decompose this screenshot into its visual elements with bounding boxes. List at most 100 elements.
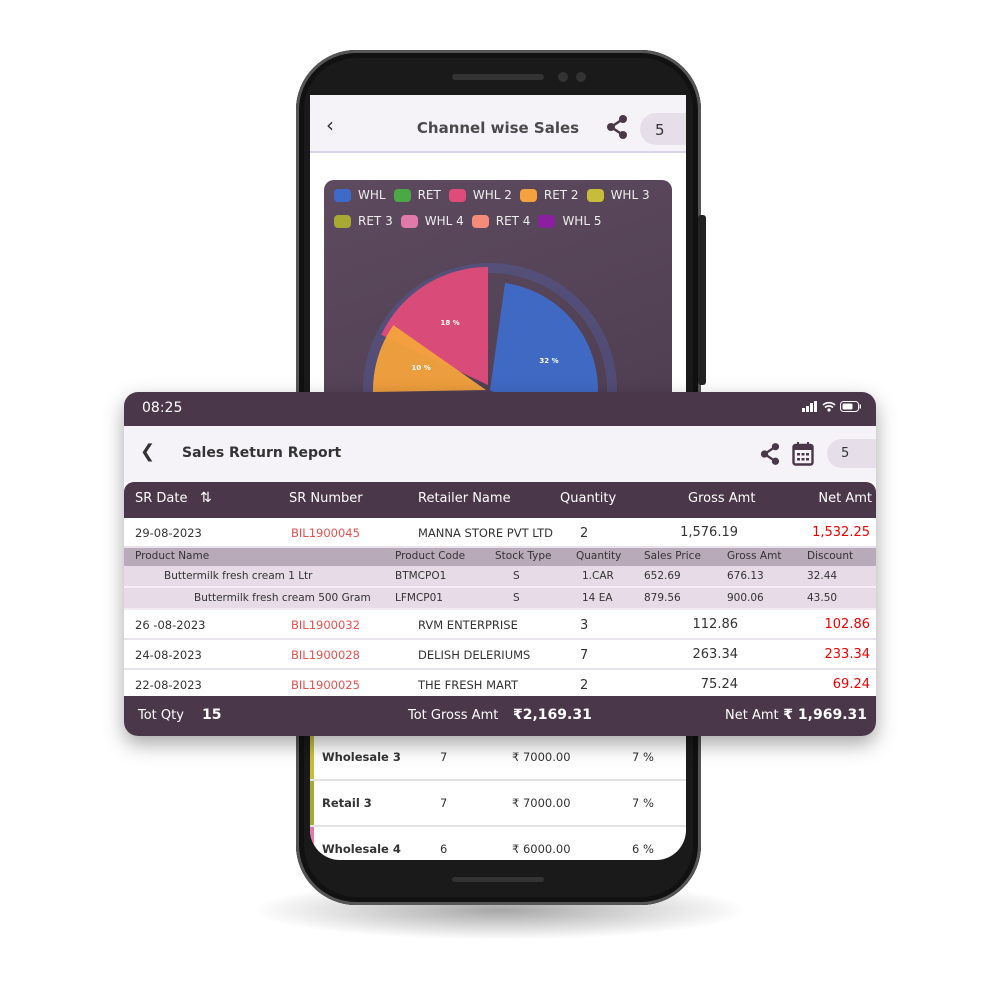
sub-col-header: Discount	[807, 550, 854, 562]
signal-icon	[802, 401, 817, 412]
cell-net: 233.34	[824, 647, 871, 662]
channel-qty: 7	[440, 750, 448, 764]
table-row[interactable]: 24-08-2023 BIL1900028 DELISH DELERIUMS 7 263…	[124, 640, 876, 670]
sub-cell-price: 879.56	[644, 592, 681, 604]
sub-cell-code: LFMCP01	[395, 592, 443, 604]
channel-percent: 6 %	[632, 842, 654, 856]
cell-qty: 2	[580, 526, 589, 541]
pie-data-label: 10 %	[412, 364, 431, 372]
cell-sr[interactable]: BIL1900028	[291, 648, 360, 662]
channel-qty: 7	[440, 796, 448, 810]
net-amt-value: ₹ 1,969.31	[783, 707, 867, 723]
cell-date: 24-08-2023	[135, 648, 202, 662]
app-header: ❮ Sales Return Report 5	[124, 426, 876, 482]
sub-col-header: Stock Type	[495, 550, 552, 562]
sub-cell-disc: 32.44	[807, 570, 838, 582]
sub-cell-disc: 43.50	[807, 592, 838, 604]
col-quantity[interactable]: Quantity	[560, 491, 616, 506]
phone-sensor	[576, 72, 586, 82]
channel-amount: ₹ 7000.00	[512, 750, 571, 764]
sub-col-header: Sales Price	[644, 550, 701, 562]
channel-row[interactable]: Wholesale 4 6 ₹ 6000.00 6 %	[310, 827, 686, 860]
sub-cell-qty: 14 EA	[582, 592, 613, 604]
phone-side-button	[698, 215, 706, 385]
cell-retailer: RVM ENTERPRISE	[418, 618, 518, 632]
table-body: 29-08-2023 BIL1900045 MANNA STORE PVT LTD 2…	[124, 518, 876, 700]
channel-percent: 7 %	[632, 750, 654, 764]
sub-table-row: Buttermilk fresh cream 1 Ltr BTMCPO1 S 1.CA…	[124, 566, 876, 588]
phone-home-bar	[452, 877, 544, 882]
sort-icon[interactable]: ⇅	[200, 490, 212, 506]
tot-gross-value: ₹2,169.31	[513, 707, 592, 723]
count-pill[interactable]: 5	[640, 113, 686, 145]
table-row[interactable]: 26 -08-2023 BIL1900032 RVM ENTERPRISE 3 112.…	[124, 610, 876, 640]
calendar-icon[interactable]	[792, 441, 814, 466]
pie-data-label: 32 %	[539, 357, 558, 365]
tot-qty-label: Tot Qty	[138, 708, 184, 723]
back-icon[interactable]: ❮	[140, 441, 155, 462]
cell-sr[interactable]: BIL1900025	[291, 678, 360, 692]
pie-data-label: 18 %	[440, 319, 459, 327]
col-sr-number[interactable]: SR Number	[289, 491, 363, 506]
channel-amount: ₹ 7000.00	[512, 796, 571, 810]
tot-qty-value: 15	[202, 707, 222, 723]
channel-row[interactable]: Wholesale 3 7 ₹ 7000.00 7 %	[310, 735, 686, 781]
sub-col-header: Quantity	[576, 550, 622, 562]
cell-retailer: MANNA STORE PVT LTD	[418, 526, 553, 540]
net-amt-label: Net Amt	[725, 708, 779, 723]
cell-gross: 75.24	[700, 677, 738, 692]
share-icon[interactable]	[760, 442, 780, 466]
sub-cell-name: Buttermilk fresh cream 500 Gram	[194, 592, 371, 604]
cell-retailer: DELISH DELERIUMS	[418, 648, 531, 662]
cell-sr[interactable]: BIL1900032	[291, 618, 360, 632]
channel-row[interactable]: Retail 3 7 ₹ 7000.00 7 %	[310, 781, 686, 827]
cell-net: 1,532.25	[812, 525, 870, 540]
sub-col-header: Product Code	[395, 550, 466, 562]
sub-col-header: Product Name	[135, 550, 210, 562]
channel-amount: ₹ 6000.00	[512, 842, 571, 856]
sub-cell-price: 652.69	[644, 570, 681, 582]
col-net-amt[interactable]: Net Amt	[818, 491, 872, 506]
cell-gross: 263.34	[692, 647, 739, 662]
sub-table-row: Buttermilk fresh cream 500 Gram LFMCP01 S 1…	[124, 588, 876, 610]
count-pill[interactable]: 5	[827, 439, 876, 468]
col-sr-date[interactable]: SR Date	[135, 491, 188, 506]
cell-net: 69.24	[832, 677, 870, 692]
wifi-icon	[822, 401, 836, 412]
page-title: Channel wise Sales	[416, 119, 580, 137]
sub-cell-name: Buttermilk fresh cream 1 Ltr	[164, 570, 313, 582]
channel-color-bar	[310, 781, 314, 825]
table-row[interactable]: 29-08-2023 BIL1900045 MANNA STORE PVT LTD 2…	[124, 518, 876, 548]
channel-name: Retail 3	[322, 796, 372, 810]
cell-qty: 2	[580, 678, 589, 693]
sub-cell-gross: 900.06	[727, 592, 764, 604]
sub-col-header: Gross Amt	[727, 550, 782, 562]
sub-table-header: Product Name Product Code Stock Type Quanti…	[124, 548, 876, 566]
cell-gross: 1,576.19	[680, 525, 738, 540]
cell-retailer: THE FRESH MART	[418, 678, 519, 692]
page-title: Sales Return Report	[182, 445, 342, 461]
col-gross-amt[interactable]: Gross Amt	[688, 491, 755, 506]
cell-date: 22-08-2023	[135, 678, 202, 692]
table-footer: Tot Qty 15 Tot Gross Amt ₹2,169.31 Net A…	[124, 696, 876, 736]
cell-sr[interactable]: BIL1900045	[291, 526, 360, 540]
sub-cell-code: BTMCPO1	[395, 570, 447, 582]
channel-percent: 7 %	[632, 796, 654, 810]
channel-name: Wholesale 4	[322, 842, 401, 856]
tot-gross-label: Tot Gross Amt	[408, 708, 499, 723]
channel-list: Wholesale 3 7 ₹ 7000.00 7 % Retail 3 7 ₹ 7000.…	[310, 735, 686, 860]
status-icons	[802, 401, 862, 412]
status-time: 08:25	[142, 400, 183, 416]
share-icon[interactable]	[606, 115, 628, 139]
sub-cell-gross: 676.13	[727, 570, 764, 582]
cell-qty: 7	[580, 648, 589, 663]
battery-icon	[840, 401, 861, 412]
phone-speaker	[452, 74, 544, 80]
phone-header: ‹ Channel wise Sales 5	[310, 95, 686, 153]
sales-return-report-card: 08:25 ❮ Sales Return Report 5 SR Date ⇅ …	[124, 392, 876, 736]
sub-cell-qty: 1.CAR	[582, 570, 614, 582]
cell-date: 29-08-2023	[135, 526, 202, 540]
col-retailer-name[interactable]: Retailer Name	[418, 491, 511, 506]
channel-qty: 6	[440, 842, 448, 856]
table-header: SR Date ⇅ SR Number Retailer Name Quanti…	[124, 482, 876, 518]
